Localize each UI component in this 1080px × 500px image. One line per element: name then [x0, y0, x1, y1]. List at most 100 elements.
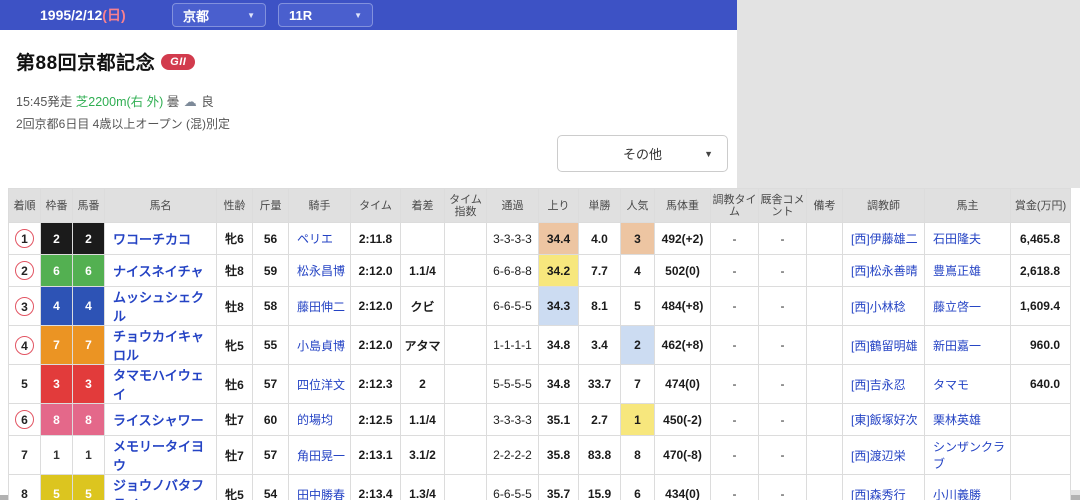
- trainer-name: [西]伊藤雄二: [842, 222, 925, 255]
- horse-name-link[interactable]: ナイスネイチャ: [113, 264, 203, 279]
- carried-weight: 55: [252, 325, 289, 365]
- column-header: 上り: [538, 188, 579, 223]
- stable-comment: -: [758, 222, 807, 255]
- frame-number: 5: [40, 474, 73, 500]
- column-header: 調教師: [842, 188, 925, 223]
- owner-name-link[interactable]: シンザンクラブ: [933, 440, 1005, 471]
- jockey-name-link[interactable]: 田中勝春: [297, 488, 345, 500]
- horse-name-link[interactable]: ジョウノバタフライ: [113, 478, 204, 500]
- popularity: 8: [620, 435, 655, 475]
- sex-age: 牡8: [216, 286, 253, 326]
- prize-money: 2,618.8: [1010, 254, 1071, 287]
- other-filter-value: その他: [622, 147, 662, 162]
- owner-name: 新田嘉一: [924, 325, 1011, 365]
- trainer-name-link[interactable]: [西]森秀行: [851, 488, 906, 500]
- win-odds: 8.1: [578, 286, 621, 326]
- margin: [400, 222, 445, 255]
- column-header: 馬主: [924, 188, 1011, 223]
- horse-name: タマモハイウェイ: [104, 364, 217, 404]
- horse-name-link[interactable]: メモリータイヨウ: [113, 439, 204, 473]
- trainer-name-link[interactable]: [東]飯塚好次: [851, 413, 918, 427]
- horse-name-link[interactable]: ムッシュシェクル: [113, 290, 204, 324]
- owner-name-link[interactable]: 藤立啓一: [933, 300, 981, 314]
- trainer-name-link[interactable]: [西]吉永忍: [851, 378, 906, 392]
- trainer-name: [西]松永善晴: [842, 254, 925, 287]
- owner-name-link[interactable]: タマモ: [933, 378, 969, 392]
- jockey-name-link[interactable]: 小島貞博: [297, 339, 345, 353]
- margin: 1.1/4: [400, 254, 445, 287]
- training-time: -: [710, 364, 759, 404]
- owner-name: 石田隆夫: [924, 222, 1011, 255]
- owner-name-link[interactable]: 新田嘉一: [933, 339, 981, 353]
- training-time: -: [710, 286, 759, 326]
- jockey-name-link[interactable]: 角田晃一: [297, 449, 345, 463]
- jockey-name: 四位洋文: [288, 364, 351, 404]
- horse-weight: 462(+8): [654, 325, 711, 365]
- horse-name-link[interactable]: チョウカイキャロル: [113, 329, 204, 363]
- venue-dropdown[interactable]: 京都 ▼: [172, 3, 266, 27]
- horse-number: 6: [72, 254, 105, 287]
- sex-age: 牡6: [216, 364, 253, 404]
- jockey-name-link[interactable]: 松永昌博: [297, 264, 345, 278]
- finish-time: 2:12.0: [350, 325, 401, 365]
- passing-order: 3-3-3-3: [486, 222, 539, 255]
- finish-position-circled: 1: [15, 229, 34, 248]
- jockey-name-link[interactable]: 藤田伸二: [297, 300, 345, 314]
- table-row: 1 2 2 ワコーチカコ 牝6 56 ペリエ 2:11.8 3-3-3-3 34.4 4.0 3 492…: [8, 222, 1071, 255]
- prize-money: [1010, 474, 1071, 500]
- column-header: 賞金(万円): [1010, 188, 1071, 223]
- owner-name-link[interactable]: 石田隆夫: [933, 232, 981, 246]
- table-row: 3 4 4 ムッシュシェクル 牡8 58 藤田伸二 2:12.0 クビ 6-6-5-5 34.3 8.…: [8, 286, 1071, 326]
- win-odds: 83.8: [578, 435, 621, 475]
- owner-name-link[interactable]: 栗林英雄: [933, 413, 981, 427]
- remarks: [806, 435, 843, 475]
- race-number-dropdown[interactable]: 11R ▼: [278, 3, 373, 27]
- passing-order: 1-1-1-1: [486, 325, 539, 365]
- passing-order: 6-6-5-5: [486, 474, 539, 500]
- popularity: 1: [620, 403, 655, 436]
- owner-name-link[interactable]: 小川義勝: [933, 488, 981, 500]
- passing-order: 6-6-8-8: [486, 254, 539, 287]
- jockey-name: ペリエ: [288, 222, 351, 255]
- column-header: 馬番: [72, 188, 105, 223]
- stable-comment: -: [758, 474, 807, 500]
- owner-name: シンザンクラブ: [924, 435, 1011, 475]
- trainer-name-link[interactable]: [西]鶴留明雄: [851, 339, 918, 353]
- time-index: [444, 286, 487, 326]
- last-3f-time: 35.8: [538, 435, 579, 475]
- trainer-name-link[interactable]: [西]小林稔: [851, 300, 906, 314]
- horse-name: ライスシャワー: [104, 403, 217, 436]
- popularity: 7: [620, 364, 655, 404]
- owner-name-link[interactable]: 豊嶌正雄: [933, 264, 981, 278]
- horse-weight: 484(+8): [654, 286, 711, 326]
- horse-name-link[interactable]: ライスシャワー: [113, 413, 204, 428]
- horse-name-link[interactable]: タマモハイウェイ: [113, 368, 204, 402]
- frame-number: 4: [40, 286, 73, 326]
- remarks: [806, 364, 843, 404]
- other-filter-dropdown[interactable]: その他 ▼: [557, 135, 728, 172]
- race-date-weekday: (日): [102, 7, 126, 23]
- finish-position-circled: 3: [15, 296, 34, 316]
- sex-age: 牝5: [216, 325, 253, 365]
- grade-badge: GII: [161, 53, 196, 70]
- last-3f-time: 34.8: [538, 364, 579, 404]
- training-time: -: [710, 222, 759, 255]
- jockey-name-link[interactable]: 四位洋文: [297, 378, 345, 392]
- horse-name-link[interactable]: ワコーチカコ: [113, 232, 191, 247]
- finish-time: 2:11.8: [350, 222, 401, 255]
- start-time: 15:45発走: [16, 95, 73, 109]
- trainer-name-link[interactable]: [西]渡辺栄: [851, 449, 906, 463]
- win-odds: 4.0: [578, 222, 621, 255]
- carried-weight: 54: [252, 474, 289, 500]
- trainer-name-link[interactable]: [西]松永善晴: [851, 264, 918, 278]
- jockey-name-link[interactable]: 的場均: [297, 413, 333, 427]
- race-title: 第88回京都記念: [16, 53, 156, 74]
- course-info: 芝2200m(右 外): [75, 95, 164, 109]
- prize-money: 960.0: [1010, 325, 1071, 365]
- column-header: 厩舎コメント: [758, 188, 807, 223]
- prize-money: [1010, 435, 1071, 475]
- jockey-name-link[interactable]: ペリエ: [297, 232, 333, 246]
- passing-order: 5-5-5-5: [486, 364, 539, 404]
- trainer-name-link[interactable]: [西]伊藤雄二: [851, 232, 918, 246]
- results-tbody: 1 2 2 ワコーチカコ 牝6 56 ペリエ 2:11.8 3-3-3-3 34.4 4.0 3 492…: [8, 222, 1071, 500]
